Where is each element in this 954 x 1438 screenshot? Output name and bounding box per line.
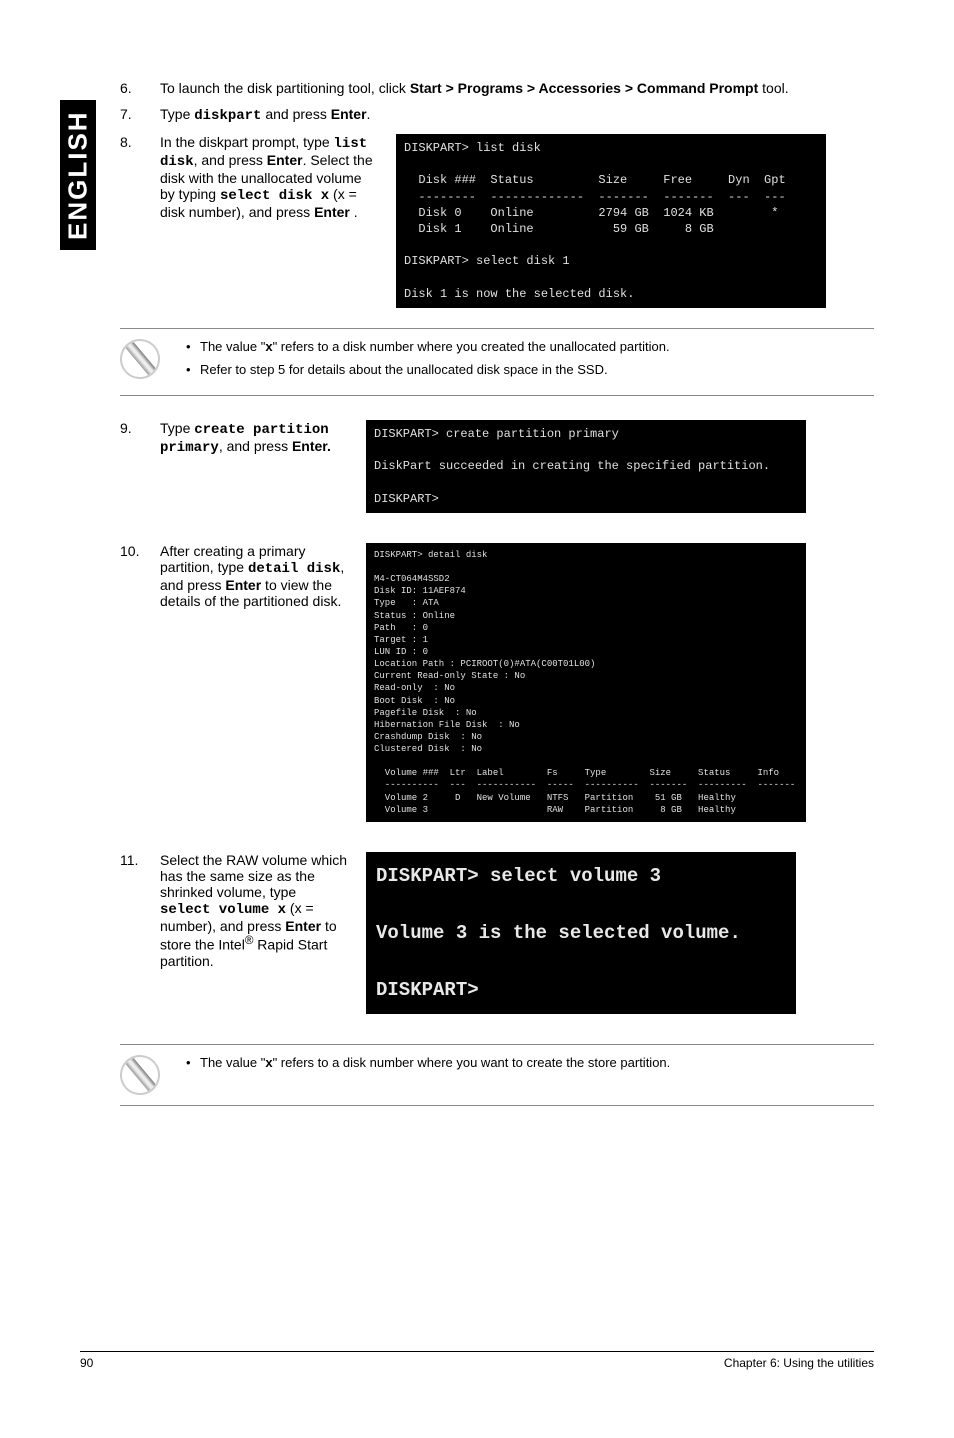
note2-b1c: " refers to a disk number where you want…	[273, 1055, 671, 1070]
page-footer: 90 Chapter 6: Using the utilities	[80, 1351, 874, 1370]
note1-bullet1: The value "x" refers to a disk number wh…	[180, 339, 670, 354]
console-select-volume: DISKPART> select volume 3 Volume 3 is th…	[366, 852, 796, 1015]
note-block-1: The value "x" refers to a disk number wh…	[120, 328, 874, 396]
console-list-disk: DISKPART> list disk Disk ### Status Size…	[396, 134, 826, 308]
step-9-text-a: Type	[160, 420, 194, 436]
console-create-partition: DISKPART> create partition primary DiskP…	[366, 420, 806, 513]
pencil-icon	[112, 331, 168, 387]
step-10-enter: Enter	[225, 577, 261, 593]
chapter-title: Chapter 6: Using the utilities	[724, 1356, 874, 1370]
step-9: 9. Type create partition primary, and pr…	[120, 420, 874, 513]
step-11-text-a: Select the RAW volume which has the same…	[160, 852, 347, 900]
step-6-text-a: To launch the disk partitioning tool, cl…	[160, 80, 410, 96]
step-11-code: select volume x	[160, 902, 286, 918]
step-8-text-e: .	[350, 204, 358, 220]
step-8-enter1: Enter	[267, 152, 303, 168]
step-6-text-c: tool.	[758, 80, 788, 96]
note1-b1b: x	[265, 339, 272, 354]
step-6-num: 6.	[120, 80, 160, 96]
pencil-icon	[112, 1047, 168, 1103]
step-8-enter2: Enter	[314, 204, 350, 220]
side-tab-english: ENGLISH	[60, 100, 96, 250]
step-6-path: Start > Programs > Accessories > Command…	[410, 80, 758, 96]
step-7-text-d: .	[367, 106, 371, 122]
step-11-num: 11.	[120, 852, 160, 1015]
step-10-code: detail disk	[248, 561, 340, 577]
step-8-code2: select disk x	[220, 188, 329, 204]
step-7-code: diskpart	[194, 108, 261, 124]
note-block-2: The value "x" refers to a disk number wh…	[120, 1044, 874, 1106]
note2-b1b: x	[265, 1055, 272, 1070]
note2-bullet1: The value "x" refers to a disk number wh…	[180, 1055, 670, 1070]
note1-bullet2: Refer to step 5 for details about the un…	[180, 362, 670, 377]
step-8-text-b: , and press	[194, 152, 267, 168]
step-6: 6. To launch the disk partitioning tool,…	[120, 80, 874, 96]
step-7-enter: Enter	[331, 106, 367, 122]
page-number: 90	[80, 1356, 93, 1370]
step-9-num: 9.	[120, 420, 160, 513]
step-7-text-b: and press	[261, 106, 330, 122]
step-7-num: 7.	[120, 106, 160, 124]
step-9-text-b: , and press	[219, 438, 292, 454]
console-detail-disk: DISKPART> detail disk M4-CT064M4SSD2 Dis…	[366, 543, 806, 822]
step-7-text-a: Type	[160, 106, 194, 122]
step-10: 10. After creating a primary partition, …	[120, 543, 874, 822]
step-8-num: 8.	[120, 134, 160, 308]
note1-b1c: " refers to a disk number where you crea…	[273, 339, 670, 354]
step-8-text-a: In the diskpart prompt, type	[160, 134, 334, 150]
step-10-num: 10.	[120, 543, 160, 822]
step-9-enter: Enter.	[292, 438, 331, 454]
step-8: 8. In the diskpart prompt, type list dis…	[120, 134, 874, 308]
step-7: 7. Type diskpart and press Enter.	[120, 106, 874, 124]
step-11-enter: Enter	[285, 918, 321, 934]
note2-b1a: The value "	[200, 1055, 265, 1070]
step-11: 11. Select the RAW volume which has the …	[120, 852, 874, 1015]
note1-b1a: The value "	[200, 339, 265, 354]
